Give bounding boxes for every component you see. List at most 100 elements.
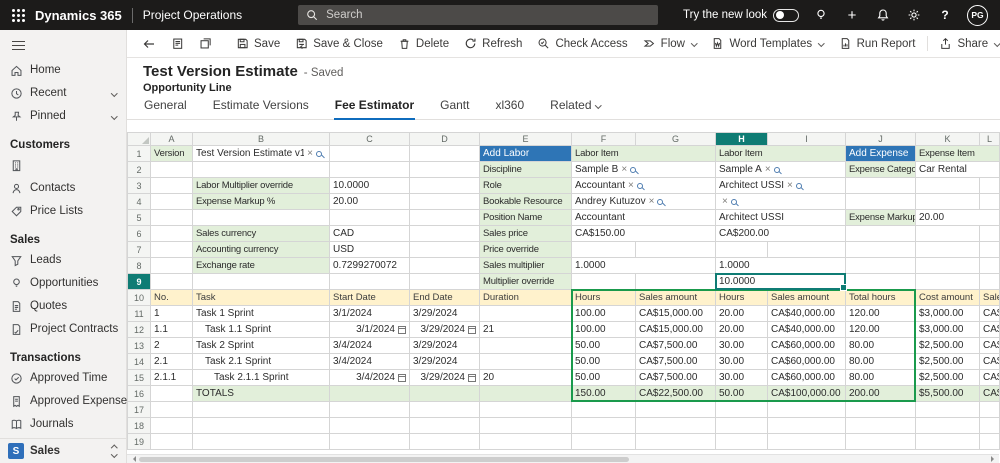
row-header-18[interactable]: 18 — [127, 417, 151, 434]
cell-L11[interactable]: CA$ — [979, 305, 1000, 322]
row-header-13[interactable]: 13 — [127, 337, 151, 354]
cell-K10[interactable]: Cost amount — [915, 289, 980, 306]
row-header-6[interactable]: 6 — [127, 225, 151, 242]
cell-F2[interactable]: Sample B × — [571, 161, 716, 178]
cell-L9[interactable] — [979, 273, 1000, 290]
quick-create-plus-icon[interactable]: + — [843, 6, 861, 24]
cell-B15[interactable]: Task 2.1.1 Sprint — [192, 369, 330, 386]
calendar-icon[interactable] — [398, 325, 406, 334]
cell-L10[interactable]: Sales amount — [979, 289, 1000, 306]
cell-F7[interactable] — [571, 241, 636, 258]
cell-I15[interactable]: CA$60,000.00 — [767, 369, 846, 386]
column-header-I[interactable]: I — [767, 132, 846, 146]
cell-E17[interactable] — [479, 401, 572, 418]
cell-H17[interactable] — [715, 401, 768, 418]
cell-C13[interactable]: 3/4/2024 — [329, 337, 410, 354]
cell-H2[interactable]: Sample A × — [715, 161, 846, 178]
cell-F3[interactable]: Accountant × — [571, 177, 716, 194]
cell-F12[interactable]: 100.00 — [571, 321, 636, 338]
cell-L12[interactable]: CA$ — [979, 321, 1000, 338]
refresh-button[interactable]: Refresh — [457, 33, 529, 55]
cell-H13[interactable]: 30.00 — [715, 337, 768, 354]
cell-C18[interactable] — [329, 417, 410, 434]
cell-K9[interactable] — [915, 273, 980, 290]
row-header-17[interactable]: 17 — [127, 401, 151, 418]
calendar-icon[interactable] — [398, 373, 406, 382]
cell-H3[interactable]: Architect USSI × — [715, 177, 846, 194]
check-access-button[interactable]: Check Access — [530, 33, 634, 55]
cell-F10[interactable]: Hours — [571, 289, 636, 306]
cell-K8[interactable] — [915, 257, 980, 274]
cell-G16[interactable]: CA$22,500.00 — [635, 385, 716, 402]
cell-C3[interactable]: 10.0000 — [329, 177, 410, 194]
row-header-2[interactable]: 2 — [127, 161, 151, 178]
cell-D14[interactable]: 3/29/2024 — [409, 353, 480, 370]
new-look-toggle[interactable] — [773, 8, 799, 22]
chevron-down-icon[interactable] — [110, 112, 117, 120]
cell-E3[interactable]: Role — [479, 177, 572, 194]
cell-D10[interactable]: End Date — [409, 289, 480, 306]
row-header-1[interactable]: 1 — [127, 145, 151, 162]
search-input[interactable] — [324, 8, 651, 22]
cell-K14[interactable]: $2,500.00 — [915, 353, 980, 370]
cell-D1[interactable] — [409, 145, 480, 162]
cell-B16[interactable]: TOTALS — [192, 385, 330, 402]
cell-B2[interactable] — [192, 161, 330, 178]
cell-J15[interactable]: 80.00 — [845, 369, 916, 386]
cell-K6[interactable] — [915, 225, 980, 242]
cell-D16[interactable] — [409, 385, 480, 402]
column-header-E[interactable]: E — [479, 132, 572, 146]
cell-A15[interactable]: 2.1.1 — [150, 369, 193, 386]
notifications-bell-icon[interactable] — [874, 6, 892, 24]
cell-J11[interactable]: 120.00 — [845, 305, 916, 322]
cell-C19[interactable] — [329, 433, 410, 450]
waffle-menu-icon[interactable] — [12, 8, 25, 22]
cell-H8[interactable]: 1.0000 — [715, 257, 846, 274]
cell-F5[interactable]: Accountant — [571, 209, 716, 226]
cell-C9[interactable] — [329, 273, 410, 290]
cell-D2[interactable] — [409, 161, 480, 178]
sidebar-item-price-lists[interactable]: Price Lists — [0, 200, 126, 223]
cell-A14[interactable]: 2.1 — [150, 353, 193, 370]
row-header-19[interactable]: 19 — [127, 433, 151, 450]
cell-I13[interactable]: CA$60,000.00 — [767, 337, 846, 354]
sidebar-item-customers[interactable] — [0, 154, 126, 177]
cell-A3[interactable] — [150, 177, 193, 194]
cell-J12[interactable]: 120.00 — [845, 321, 916, 338]
cell-J4[interactable] — [845, 193, 916, 210]
settings-gear-icon[interactable] — [905, 6, 923, 24]
cell-L17[interactable] — [979, 401, 1000, 418]
tab-related[interactable]: Related — [549, 98, 601, 119]
cell-H9[interactable]: 10.0000 — [715, 273, 846, 290]
cell-C17[interactable] — [329, 401, 410, 418]
cell-B9[interactable] — [192, 273, 330, 290]
cell-E6[interactable]: Sales price — [479, 225, 572, 242]
cell-G19[interactable] — [635, 433, 716, 450]
cell-K5[interactable]: 20.00 — [915, 209, 1000, 226]
cell-F11[interactable]: 100.00 — [571, 305, 636, 322]
cell-K19[interactable] — [915, 433, 980, 450]
cell-F15[interactable]: 50.00 — [571, 369, 636, 386]
sitemap-collapse-button[interactable] — [0, 30, 126, 59]
lookup-search-icon[interactable] — [636, 182, 643, 189]
cell-G10[interactable]: Sales amount — [635, 289, 716, 306]
row-header-9[interactable]: 9 — [127, 273, 151, 290]
cell-K4[interactable] — [915, 193, 980, 210]
cell-I17[interactable] — [767, 401, 846, 418]
cell-K16[interactable]: $5,500.00 — [915, 385, 980, 402]
cell-J8[interactable] — [845, 257, 916, 274]
tab-gantt[interactable]: Gantt — [439, 98, 470, 119]
cell-D19[interactable] — [409, 433, 480, 450]
row-header-12[interactable]: 12 — [127, 321, 151, 338]
cell-E13[interactable] — [479, 337, 572, 354]
cell-A1[interactable]: Version — [150, 145, 193, 162]
cell-A5[interactable] — [150, 209, 193, 226]
cell-A13[interactable]: 2 — [150, 337, 193, 354]
cell-F8[interactable]: 1.0000 — [571, 257, 716, 274]
cell-E2[interactable]: Discipline — [479, 161, 572, 178]
column-header-A[interactable]: A — [150, 132, 193, 146]
cell-I18[interactable] — [767, 417, 846, 434]
cell-K18[interactable] — [915, 417, 980, 434]
sidebar-item-approved-expenses[interactable]: Approved Expenses — [0, 390, 133, 413]
cell-G7[interactable] — [635, 241, 716, 258]
